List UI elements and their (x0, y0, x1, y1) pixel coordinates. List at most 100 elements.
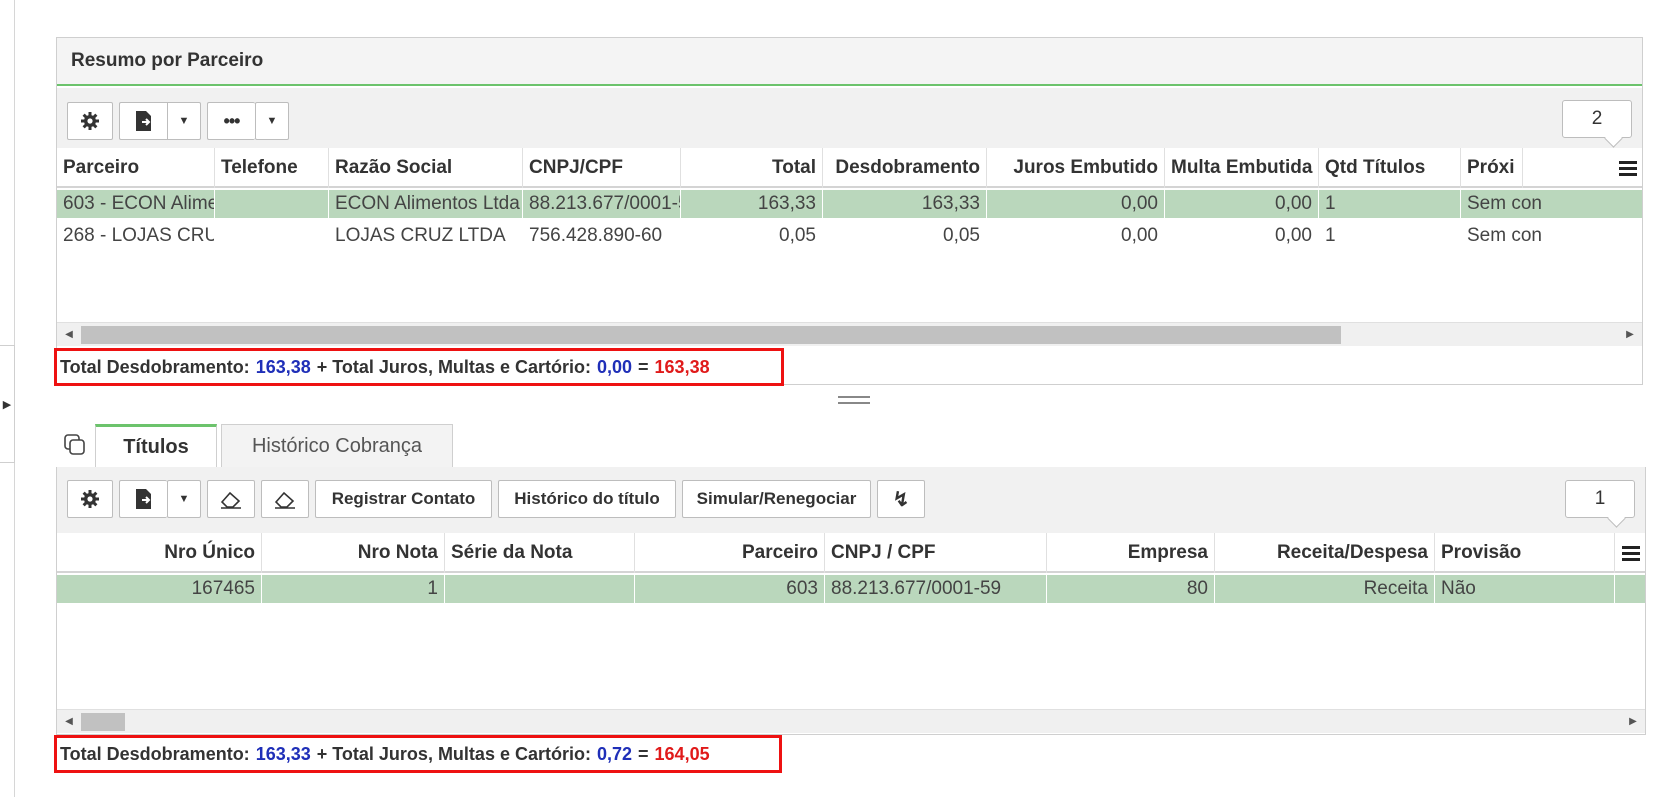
panel-splitter[interactable] (838, 396, 870, 406)
export-button[interactable] (119, 102, 167, 140)
settings-button[interactable] (67, 102, 113, 140)
scroll-thumb[interactable] (81, 713, 125, 731)
gear-icon (81, 112, 99, 130)
col-header[interactable]: Parceiro (57, 148, 215, 188)
scroll-thumb[interactable] (81, 326, 1341, 344)
summary-grid: Parceiro Telefone Razão Social CNPJ/CPF … (57, 148, 1642, 308)
caret-down-icon: ▼ (266, 115, 278, 127)
col-header[interactable]: Nro Único (57, 533, 262, 573)
col-header[interactable]: Juros Embutido (987, 148, 1165, 188)
clear-filter-button[interactable] (207, 480, 255, 518)
cell: 0,00 (987, 222, 1165, 250)
caret-down-icon: ▼ (178, 115, 190, 127)
cell: 80 (1047, 575, 1215, 603)
col-header[interactable]: Total (681, 148, 823, 188)
horizontal-scrollbar[interactable]: ◀ ▶ (57, 709, 1645, 733)
tab-label: Histórico Cobrança (251, 435, 423, 457)
cell: 0,00 (1165, 222, 1319, 250)
copy-icon[interactable] (64, 434, 86, 456)
tab-bar: Títulos Histórico Cobrança (56, 424, 1646, 468)
cell: 756.428.890-60 (523, 222, 681, 250)
registrar-contato-button[interactable]: Registrar Contato (315, 480, 492, 518)
record-counter: 2 (1562, 100, 1632, 138)
actions-button[interactable]: ↯ (877, 480, 925, 518)
cell: 0,00 (987, 190, 1165, 218)
cell: Não (1435, 575, 1615, 603)
col-header[interactable]: Provisão (1435, 533, 1615, 573)
total-desdobramento-label: Total Desdobramento: (60, 356, 250, 377)
cell: 88.213.677/0001-59 (825, 575, 1047, 603)
col-header[interactable]: Nro Nota (262, 533, 445, 573)
titulos-toolbar: ▼ Registrar Contato Histórico do título … (57, 467, 1645, 533)
collapse-arrow-icon[interactable]: ▶ (0, 345, 15, 463)
scroll-right-icon[interactable]: ▶ (1621, 710, 1645, 734)
table-row[interactable]: 603 - ECON Alime ECON Alimentos Ltda 88.… (57, 190, 1642, 220)
equals-sign: = (638, 743, 649, 764)
grand-total-value: 164,05 (654, 743, 710, 764)
col-header[interactable]: Parceiro (635, 533, 825, 573)
cell: 163,33 (681, 190, 823, 218)
col-header[interactable]: Razão Social (329, 148, 523, 188)
col-header[interactable]: Série da Nota (445, 533, 635, 573)
table-row[interactable]: 268 - LOJAS CRU LOJAS CRUZ LTDA 756.428.… (57, 222, 1642, 252)
cell: Receita (1215, 575, 1435, 603)
col-header[interactable]: Próxi (1461, 148, 1523, 188)
col-header[interactable]: CNPJ / CPF (825, 533, 1047, 573)
more-dropdown-button[interactable]: ▼ (255, 102, 289, 140)
scroll-right-icon[interactable]: ▶ (1618, 323, 1642, 347)
cell: 167465 (57, 575, 262, 603)
lightning-icon: ↯ (892, 488, 910, 511)
cell: 0,05 (823, 222, 987, 250)
total-juros-label: + Total Juros, Multas e Cartório: (316, 743, 591, 764)
col-header[interactable]: Telefone (215, 148, 329, 188)
col-header[interactable]: CNPJ/CPF (523, 148, 681, 188)
col-header[interactable]: Receita/Despesa (1215, 533, 1435, 573)
more-button[interactable]: ••• (207, 102, 255, 140)
cell: ECON Alimentos Ltda (329, 190, 523, 218)
simular-renegociar-button[interactable]: Simular/Renegociar (682, 480, 871, 518)
col-header[interactable]: Qtd Títulos (1319, 148, 1461, 188)
equals-sign: = (638, 356, 649, 377)
cell (1615, 575, 1645, 603)
historico-titulo-button[interactable]: Histórico do título (498, 480, 676, 518)
horizontal-scrollbar[interactable]: ◀ ▶ (57, 322, 1642, 346)
cell (445, 575, 635, 603)
export-dropdown-button[interactable]: ▼ (167, 102, 201, 140)
col-header[interactable]: Multa Embutida (1165, 148, 1319, 188)
export-icon (135, 111, 151, 131)
export-dropdown-button[interactable]: ▼ (167, 480, 201, 518)
scroll-left-icon[interactable]: ◀ (57, 710, 81, 734)
eraser-icon (220, 491, 241, 509)
export-icon (135, 489, 151, 509)
cell: Sem con (1461, 222, 1642, 250)
total-desdobramento-value: 163,38 (255, 356, 311, 377)
clear-sort-button[interactable] (261, 480, 309, 518)
scroll-left-icon[interactable]: ◀ (57, 323, 81, 347)
gear-icon (81, 490, 99, 508)
tab-titulos[interactable]: Títulos (95, 424, 217, 468)
cell: 0,05 (681, 222, 823, 250)
tab-historico-cobranca[interactable]: Histórico Cobrança (221, 424, 453, 468)
panel-title: Resumo por Parceiro (57, 38, 1642, 86)
column-menu-icon[interactable] (1620, 541, 1642, 565)
cell: 1 (1319, 222, 1461, 250)
cell: 268 - LOJAS CRU (57, 222, 215, 250)
caret-down-icon: ▼ (178, 493, 190, 505)
table-row[interactable]: 167465 1 603 88.213.677/0001-59 80 Recei… (57, 575, 1645, 605)
grand-total-value: 163,38 (654, 356, 710, 377)
column-menu-icon[interactable] (1617, 156, 1639, 180)
cell: 163,33 (823, 190, 987, 218)
cell (215, 190, 329, 218)
cell: Sem con (1461, 190, 1642, 218)
settings-button[interactable] (67, 480, 113, 518)
total-desdobramento-label: Total Desdobramento: (60, 743, 250, 764)
cell: 1 (262, 575, 445, 603)
titulos-totals: Total Desdobramento: 163,33 + Total Juro… (54, 735, 782, 773)
cell (215, 222, 329, 250)
summary-panel: Resumo por Parceiro ▼ ••• ▼ 2 Parceiro T… (56, 37, 1643, 385)
col-header[interactable]: Desdobramento (823, 148, 987, 188)
export-button[interactable] (119, 480, 167, 518)
cell: 1 (1319, 190, 1461, 218)
col-header[interactable]: Empresa (1047, 533, 1215, 573)
record-counter: 1 (1565, 480, 1635, 518)
